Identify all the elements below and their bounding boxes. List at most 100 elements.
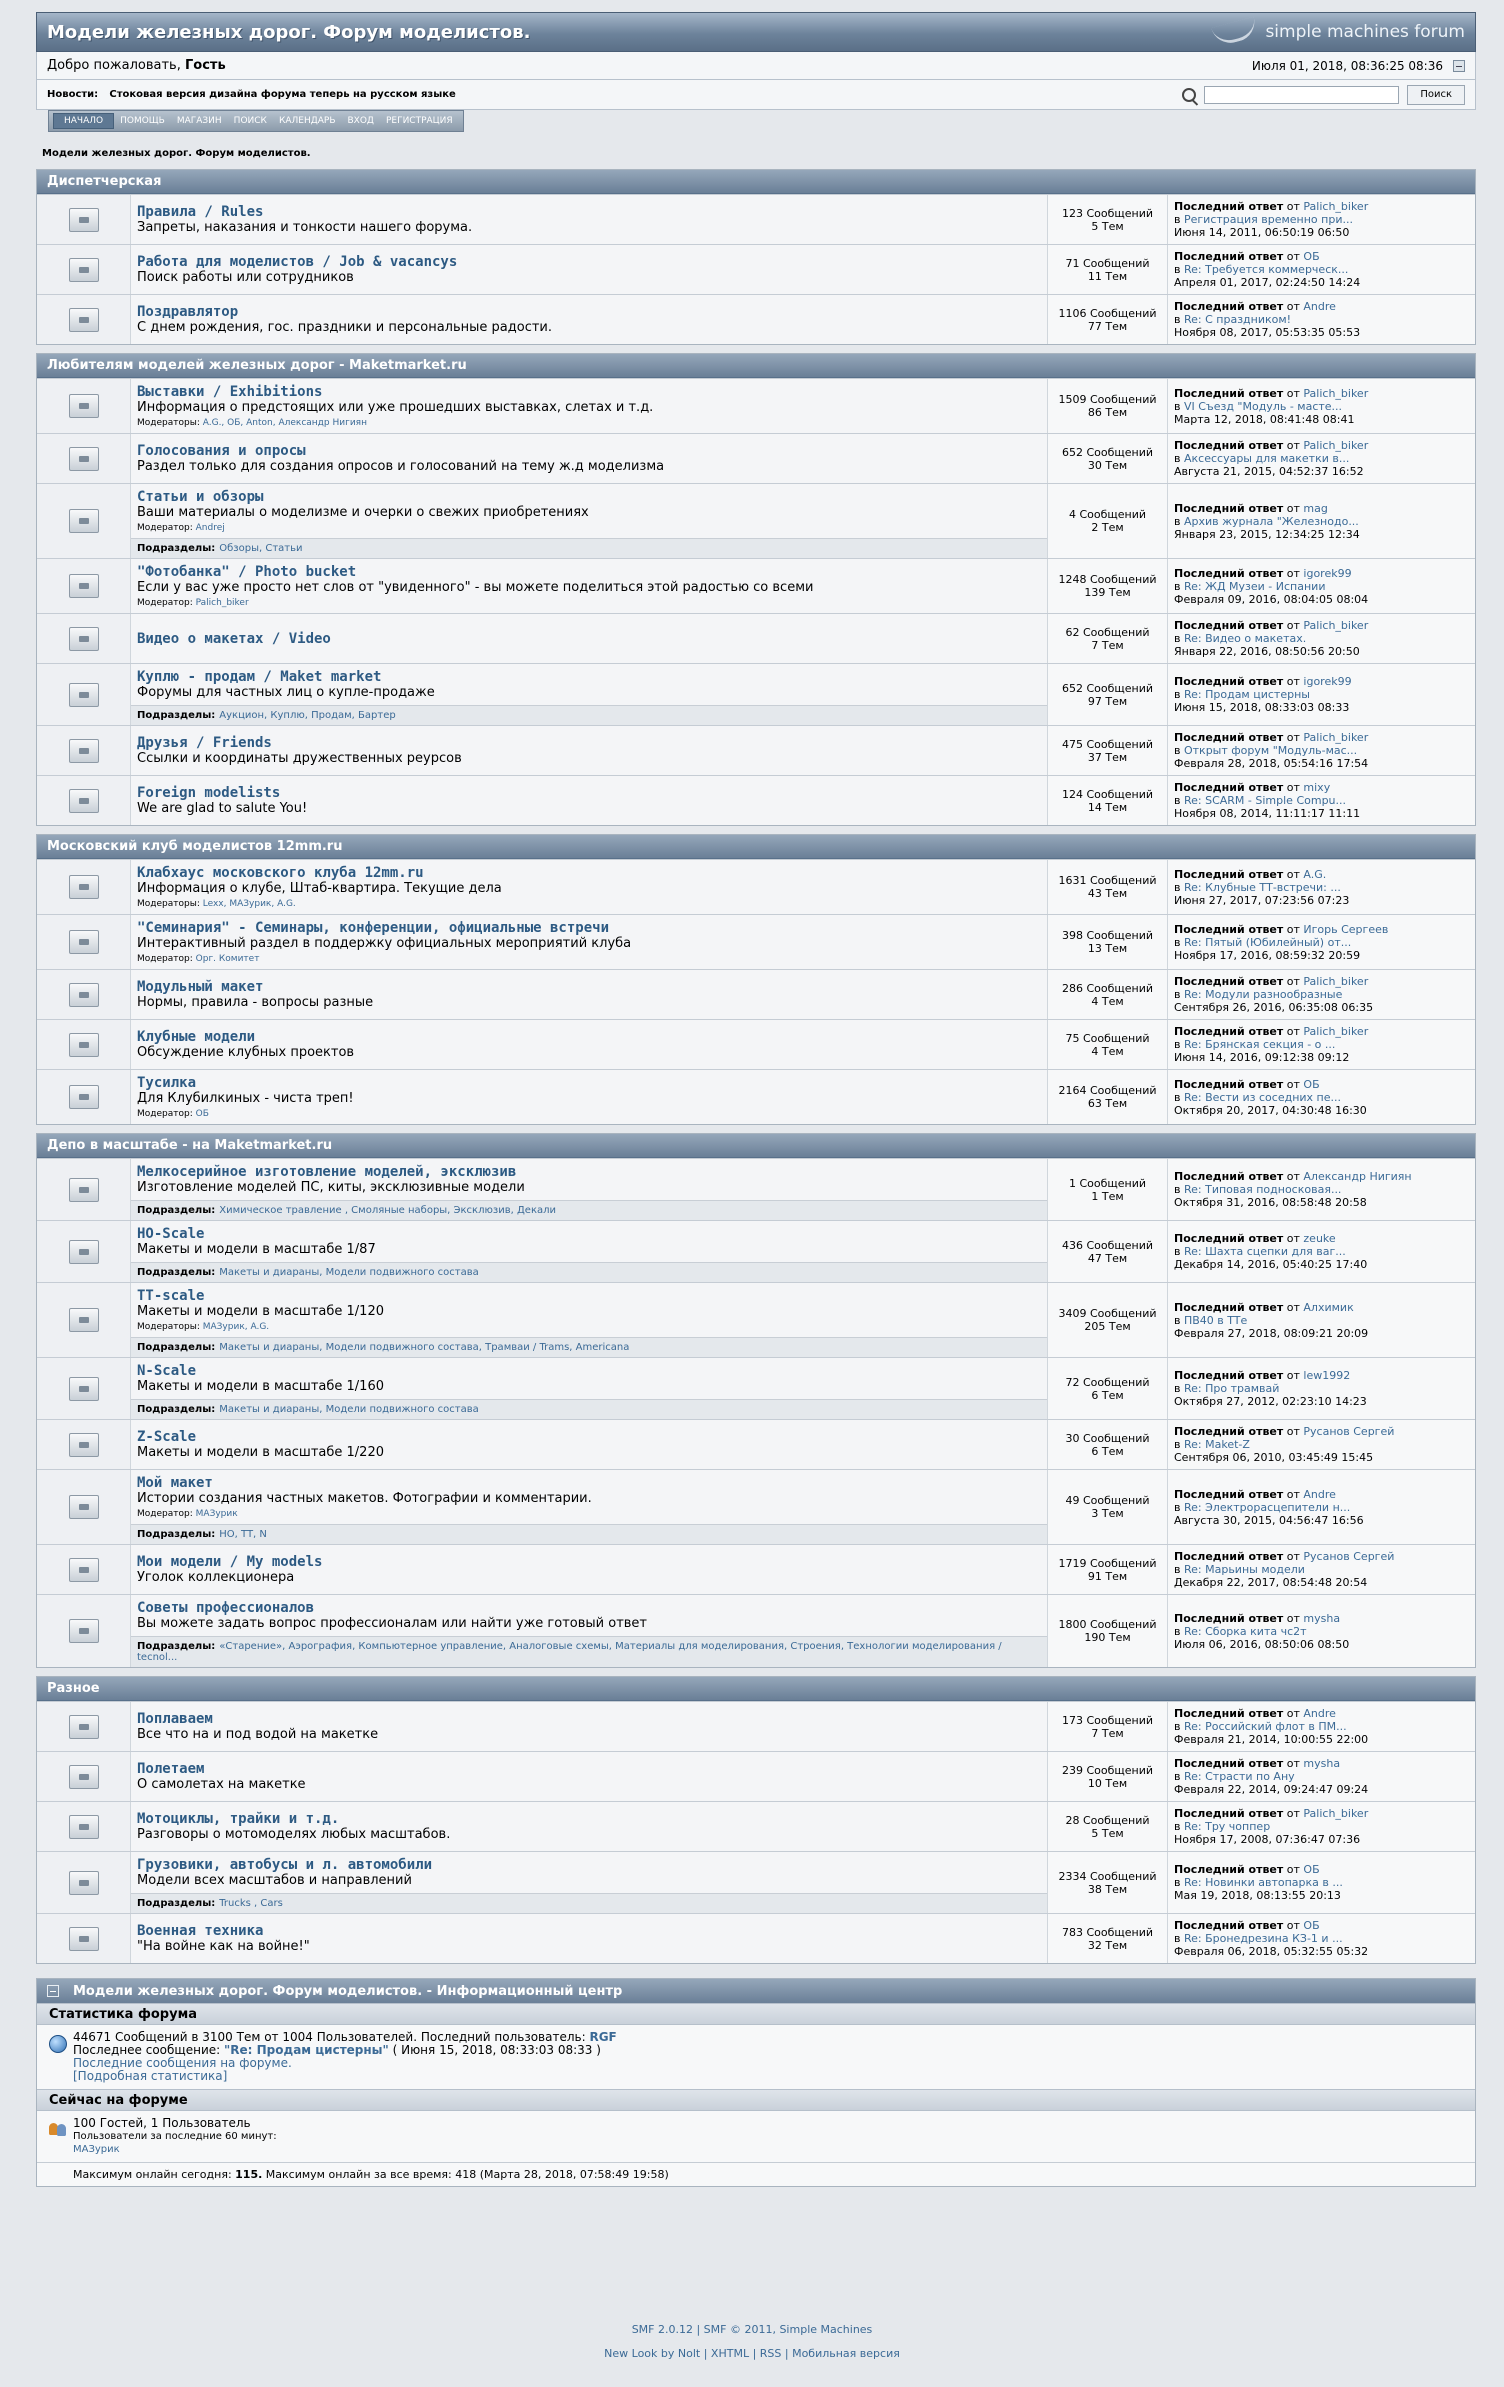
board-status-icon[interactable]: [68, 1239, 99, 1264]
board-name-link[interactable]: N-Scale: [137, 1363, 1041, 1379]
subboard-links[interactable]: Макеты и диараны, Модели подвижного сост…: [219, 1267, 478, 1278]
board-status-icon[interactable]: [68, 1432, 99, 1457]
board-name-link[interactable]: Работа для моделистов / Job & vacancys: [137, 254, 1041, 270]
category-title[interactable]: Московский клуб моделистов 12mm.ru: [37, 835, 1475, 859]
last-post-user-link[interactable]: lew1992: [1303, 1369, 1350, 1382]
board-status-icon[interactable]: [68, 307, 99, 332]
board-name-link[interactable]: Военная техника: [137, 1923, 1041, 1939]
board-status-icon[interactable]: [68, 788, 99, 813]
board-status-icon[interactable]: [68, 1308, 99, 1332]
last-post-user-link[interactable]: Русанов Сергей: [1303, 1425, 1394, 1438]
menu-item-0[interactable]: НАЧАЛО: [53, 113, 115, 129]
last-post-user-link[interactable]: Александр Нигиян: [1303, 1170, 1411, 1183]
last-post-topic-link[interactable]: Открыт форум "Модуль-мас...: [1184, 744, 1357, 757]
last-post-user-link[interactable]: Palich_biker: [1303, 200, 1368, 213]
last-post-topic-link[interactable]: Re: Новинки автопарка в ...: [1184, 1876, 1343, 1889]
moderators-links[interactable]: A.G., ОБ, Anton, Александр Нигиян: [203, 418, 367, 428]
board-name-link[interactable]: "Фотобанка" / Photo bucket: [137, 564, 1041, 580]
last-post-topic-link[interactable]: Re: Электрорасцепители н...: [1184, 1501, 1350, 1514]
board-name-link[interactable]: Поздравлятор: [137, 304, 1041, 320]
board-name-link[interactable]: Тусилка: [137, 1075, 1041, 1091]
last-post-user-link[interactable]: Palich_biker: [1303, 975, 1368, 988]
last-post-user-link[interactable]: Andre: [1303, 1488, 1336, 1501]
board-status-icon[interactable]: [68, 1085, 99, 1109]
board-name-link[interactable]: Голосования и опросы: [137, 443, 1041, 459]
breadcrumb[interactable]: Модели железных дорог. Форум моделистов.: [36, 132, 1476, 169]
last-post-topic-link[interactable]: Re: Клубные ТТ-встречи: ...: [1184, 881, 1341, 894]
last-post-topic-link[interactable]: Re: ЖД Музеи - Испании: [1184, 580, 1326, 593]
menu-item-4[interactable]: КАЛЕНДАРЬ: [273, 113, 342, 129]
board-status-icon[interactable]: [68, 257, 99, 282]
moderators-links[interactable]: ОБ: [196, 1109, 209, 1119]
board-status-icon[interactable]: [68, 930, 99, 954]
board-name-link[interactable]: Клабхаус московского клуба 12mm.ru: [137, 865, 1041, 881]
menu-item-3[interactable]: ПОИСК: [228, 113, 273, 129]
board-name-link[interactable]: Foreign modelists: [137, 785, 1041, 801]
board-name-link[interactable]: Выставки / Exhibitions: [137, 384, 1041, 400]
board-name-link[interactable]: Мелкосерийное изготовление моделей, экск…: [137, 1164, 1041, 1180]
last-post-topic-link[interactable]: Архив журнала "Железнодо...: [1184, 515, 1359, 528]
last-post-user-link[interactable]: mixy: [1303, 781, 1330, 794]
collapse-header-icon[interactable]: [1453, 59, 1465, 72]
board-name-link[interactable]: Мой макет: [137, 1475, 1041, 1491]
board-status-icon[interactable]: [68, 1177, 99, 1202]
board-name-link[interactable]: Куплю - продам / Maket market: [137, 669, 1041, 685]
board-status-icon[interactable]: [68, 1557, 99, 1582]
last-post-user-link[interactable]: igorek99: [1303, 675, 1351, 688]
board-name-link[interactable]: Правила / Rules: [137, 204, 1041, 220]
board-name-link[interactable]: "Семинария" - Семинары, конференции, офи…: [137, 920, 1041, 936]
board-name-link[interactable]: Поплаваем: [137, 1711, 1041, 1727]
category-title[interactable]: Разное: [37, 1677, 1475, 1701]
board-status-icon[interactable]: [68, 1714, 99, 1739]
subboard-links[interactable]: Trucks , Cars: [219, 1898, 283, 1909]
menu-item-5[interactable]: ВХОД: [342, 113, 380, 129]
last-post-user-link[interactable]: mag: [1303, 502, 1327, 515]
menu-item-6[interactable]: РЕГИСТРАЦИЯ: [380, 113, 459, 129]
board-name-link[interactable]: Грузовики, автобусы и л. автомобили: [137, 1857, 1041, 1873]
subboard-links[interactable]: «Старение», Аэрография, Компьютерное упр…: [137, 1641, 1002, 1663]
last-post-topic-link[interactable]: Re: Шахта сцепки для ваг...: [1184, 1245, 1346, 1258]
board-status-icon[interactable]: [68, 682, 99, 707]
last-post-topic-link[interactable]: Re: Бронедрезина КЗ-1 и ...: [1184, 1932, 1343, 1945]
moderators-links[interactable]: Palich_biker: [196, 598, 249, 608]
last-post-user-link[interactable]: A.G.: [1303, 868, 1326, 881]
board-status-icon[interactable]: [68, 1032, 99, 1057]
last-post-user-link[interactable]: zeuke: [1303, 1232, 1335, 1245]
recent-posts-link[interactable]: Последние сообщения на форуме.: [73, 2057, 1469, 2070]
subboard-links[interactable]: Макеты и диараны, Модели подвижного сост…: [219, 1404, 478, 1415]
moderators-links[interactable]: Орг. Комитет: [196, 954, 260, 964]
footer-copyright[interactable]: SMF 2.0.12 | SMF © 2011, Simple Machines: [0, 2318, 1504, 2342]
board-status-icon[interactable]: [68, 1926, 99, 1951]
online-user-link[interactable]: МАЗурик: [73, 2143, 1469, 2156]
last-post-user-link[interactable]: Palich_biker: [1303, 1807, 1368, 1820]
board-status-icon[interactable]: [68, 875, 99, 899]
detailed-stats-link[interactable]: [Подробная статистика]: [73, 2070, 1469, 2083]
board-status-icon[interactable]: [68, 1619, 99, 1643]
subboard-links[interactable]: Химическое травление , Смоляные наборы, …: [219, 1205, 556, 1216]
last-post-topic-link[interactable]: Re: Сборка кита чс2т: [1184, 1625, 1307, 1638]
category-title[interactable]: Диспетчерская: [37, 170, 1475, 194]
last-post-user-link[interactable]: Игорь Сергеев: [1303, 923, 1388, 936]
last-post-topic-link[interactable]: Re: Страсти по Ану: [1184, 1770, 1295, 1783]
subboard-links[interactable]: Аукцион, Куплю, Продам, Бартер: [219, 710, 395, 721]
board-status-icon[interactable]: [68, 626, 99, 651]
last-post-topic-link[interactable]: Re: Марьины модели: [1184, 1563, 1305, 1576]
moderators-links[interactable]: Andrej: [196, 523, 225, 533]
search-input[interactable]: [1204, 85, 1400, 104]
last-post-topic-link[interactable]: Re: Про трамвай: [1184, 1382, 1279, 1395]
last-post-user-link[interactable]: Palich_biker: [1303, 731, 1368, 744]
board-name-link[interactable]: Статьи и обзоры: [137, 489, 1041, 505]
last-post-topic-link[interactable]: Регистрация временно при...: [1184, 213, 1353, 226]
board-status-icon[interactable]: [68, 394, 99, 418]
collapse-info-icon[interactable]: [47, 1985, 59, 1997]
last-post-user-link[interactable]: Palich_biker: [1303, 387, 1368, 400]
board-status-icon[interactable]: [68, 509, 99, 533]
board-name-link[interactable]: TT-scale: [137, 1288, 1041, 1304]
last-post-user-link[interactable]: Русанов Сергей: [1303, 1550, 1394, 1563]
board-status-icon[interactable]: [68, 1495, 99, 1519]
last-post-topic-link[interactable]: Re: Вести из соседних пе...: [1184, 1091, 1341, 1104]
last-post-topic-link[interactable]: Re: Требуется коммерческ...: [1184, 263, 1348, 276]
last-post-user-link[interactable]: Andre: [1303, 300, 1336, 313]
last-post-topic-link[interactable]: Re: Продам цистерны: [1184, 688, 1310, 701]
board-status-icon[interactable]: [68, 574, 99, 598]
